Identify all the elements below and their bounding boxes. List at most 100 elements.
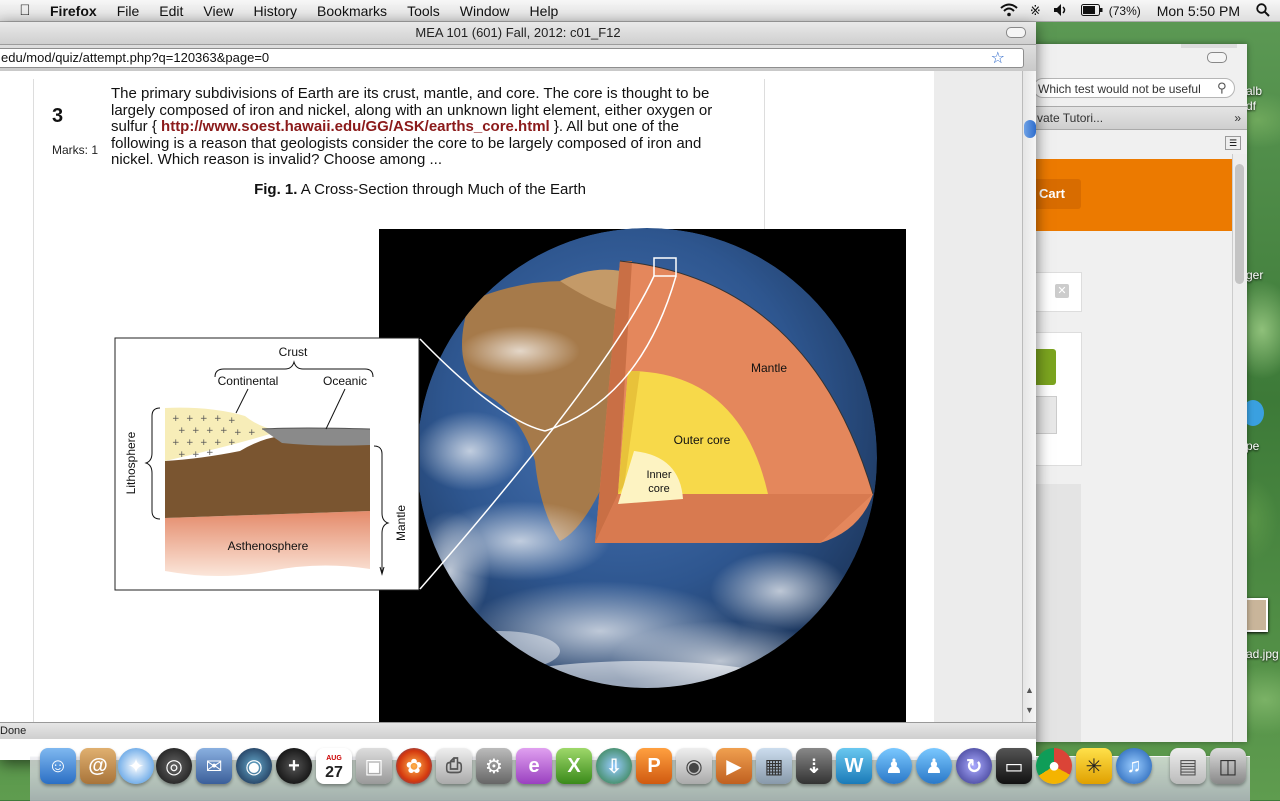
preview-icon[interactable]: ▦ [756,748,792,784]
printer-icon[interactable]: ⎙ [436,748,472,784]
keynote-icon[interactable]: ▶ [716,748,752,784]
word-icon[interactable]: W [836,748,872,784]
svg-text:+: + [228,416,236,426]
menu-app-firefox[interactable]: Firefox [40,0,107,22]
menu-file[interactable]: File [107,0,150,22]
search-icon[interactable]: ⚲ [1217,80,1227,96]
bookmark-star-icon[interactable]: ☆ [991,49,1005,69]
asthenosphere-label: Asthenosphere [228,539,309,553]
menu-bookmarks[interactable]: Bookmarks [307,0,397,22]
menu-view[interactable]: View [193,0,243,22]
url-text: edu/mod/quiz/attempt.php?q=120363&page=0 [1,50,270,65]
menu-help[interactable]: Help [520,0,569,22]
time-machine-icon[interactable]: ↻ [956,748,992,784]
window-titlebar[interactable]: MEA 101 (601) Fall, 2012: c01_F12 [0,22,1036,45]
documents-stack-icon[interactable]: ▤ [1170,748,1206,784]
continental-label: Continental [218,374,279,388]
menu-history[interactable]: History [243,0,307,22]
desktop-file-label[interactable]: ad.jpg [1246,647,1279,661]
menu-bar:  Firefox File Edit View History Bookmar… [0,0,1280,22]
scroll-down-arrow-icon[interactable]: ▼ [1025,705,1034,715]
bookmark-tab-label[interactable]: vate Tutori... [1031,111,1103,125]
address-book-icon[interactable]: @ [80,748,116,784]
svg-text:+: + [186,438,194,448]
svg-text:+: + [200,438,208,448]
itunes-icon[interactable]: ♫ [1116,748,1152,784]
lithosphere-label: Lithosphere [124,431,138,494]
inset-mantle-label: Mantle [394,505,408,541]
status-bar: Done [0,722,1036,739]
add-icon[interactable]: + [276,748,312,784]
status-text: Done [0,725,27,737]
menu-tools[interactable]: Tools [397,0,450,22]
content-panel-bottom [1031,484,1081,742]
e-app-icon[interactable]: e [516,748,552,784]
wifi-icon[interactable] [994,3,1024,20]
svg-text:+: + [172,438,180,448]
volume-icon[interactable] [1047,3,1075,20]
chrome-icon[interactable]: ● [1036,748,1072,784]
list-menu-icon[interactable]: ☰ [1225,136,1241,150]
system-preferences-icon[interactable]: ⚙ [476,748,512,784]
google-earth-icon[interactable]: ◉ [236,748,272,784]
iphoto-icon[interactable]: ▣ [356,748,392,784]
bookmark-tab[interactable]: vate Tutori... » [1031,106,1247,130]
installer-icon[interactable]: ⇣ [796,748,832,784]
search-input[interactable]: Which test would not be useful [1033,78,1235,98]
svg-text:+: + [248,428,256,438]
desktop-file-label[interactable]: df [1246,99,1256,113]
toolbar-toggle-button[interactable] [1006,27,1026,38]
aim-icon[interactable]: ✳ [1076,748,1112,784]
bluetooth-icon[interactable]: ※ [1024,3,1047,19]
download-icon[interactable]: ⇩ [596,748,632,784]
svg-text:+: + [214,414,222,424]
svg-text:+: + [206,426,214,436]
window-toolbar-toggle[interactable] [1207,52,1227,63]
oceanic-label: Oceanic [323,374,367,388]
card-reader-icon[interactable]: ▭ [996,748,1032,784]
trash-icon[interactable]: ◫ [1210,748,1246,784]
battery-icon[interactable] [1075,3,1109,19]
url-bar[interactable]: edu/mod/quiz/attempt.php?q=120363&page=0… [0,48,1024,68]
spotlight-search-icon[interactable] [1250,2,1280,20]
excel-icon[interactable]: X [556,748,592,784]
calendar-day: 27 [325,764,343,781]
screenshot-icon[interactable]: ◉ [676,748,712,784]
firefox-icon[interactable]: ✿ [396,748,432,784]
dashboard-icon[interactable]: ◎ [156,748,192,784]
messenger-2-icon[interactable]: ♟ [916,748,952,784]
powerpoint-icon[interactable]: P [636,748,672,784]
scrollbar-thumb[interactable] [1235,164,1244,284]
window-title: MEA 101 (601) Fall, 2012: c01_F12 [415,25,621,40]
cart-button[interactable]: Cart [1031,179,1081,209]
menubar-clock[interactable]: Mon 5:50 PM [1147,3,1250,19]
battery-percent[interactable]: (73%) [1109,4,1147,18]
page-scrollbar-thumb[interactable] [1024,120,1036,138]
calendar-icon[interactable]: AUG 27 [316,748,352,784]
svg-text:+: + [206,448,214,458]
earth-cross-section-figure: Mantle Outer core Inner core + + + + + + + + + [114,228,906,722]
scrollbar[interactable] [1232,154,1247,742]
svg-text:+: + [172,414,180,424]
background-browser-window[interactable]: Which test would not be useful ⚲ vate Tu… [1030,44,1247,742]
menu-edit[interactable]: Edit [149,0,193,22]
svg-text:+: + [178,426,186,436]
apple-icon[interactable]:  [10,2,40,19]
close-icon[interactable]: ✕ [1055,284,1069,298]
chevron-right-icon[interactable]: » [1234,107,1241,129]
mail-icon[interactable]: ✉ [196,748,232,784]
menu-window[interactable]: Window [450,0,520,22]
messenger-icon[interactable]: ♟ [876,748,912,784]
finder-icon[interactable]: ☺ [40,748,76,784]
scroll-up-arrow-icon[interactable]: ▲ [1025,685,1034,695]
page-scrollbar[interactable]: ▲ ▼ [1022,71,1036,722]
outer-core-label: Outer core [674,433,731,447]
desktop-file-label[interactable]: pe [1246,439,1259,453]
inner-core-label-line2: core [648,483,669,495]
safari-icon[interactable]: ✦ [118,748,154,784]
desktop-file-label[interactable]: alb [1246,84,1262,98]
desktop-file-label[interactable]: ger [1246,268,1263,282]
cart-label: Cart [1039,186,1066,201]
svg-text:+: + [228,438,236,448]
svg-text:+: + [192,426,200,436]
